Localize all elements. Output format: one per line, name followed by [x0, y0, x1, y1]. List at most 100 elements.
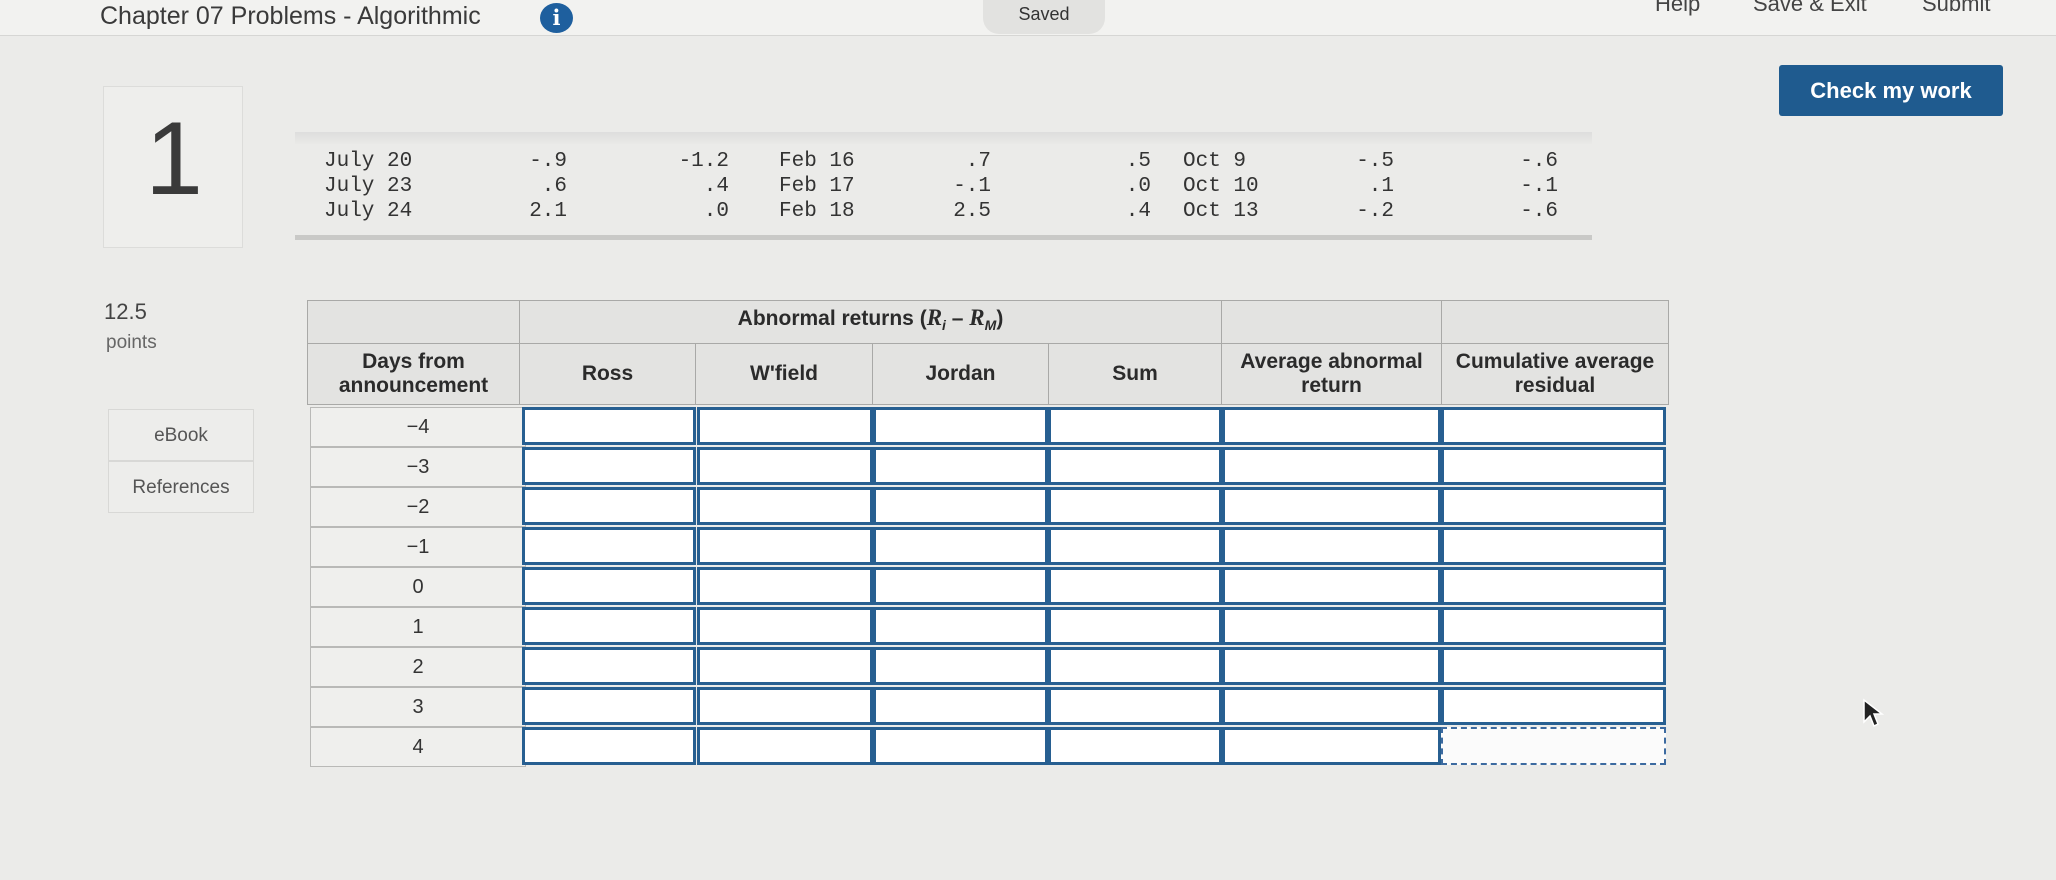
input-sum-row-2[interactable]: [1048, 487, 1222, 525]
input-average-abnormal-return-row-5[interactable]: [1222, 607, 1441, 645]
col-header-cumulative-average-residual: Cumulative average residual: [1441, 343, 1669, 405]
row-label-days: 4: [310, 727, 526, 767]
input-jordan-row-3[interactable]: [873, 527, 1048, 565]
return-cell: 2.1: [529, 200, 567, 223]
return-cell: -.5: [1356, 150, 1394, 173]
input-ross-row-7[interactable]: [522, 687, 696, 725]
help-link[interactable]: Help: [1655, 0, 1700, 17]
return-cell: 2.5: [953, 200, 991, 223]
input-wfield-row-5[interactable]: [697, 607, 873, 645]
return-cell: -.1: [953, 175, 991, 198]
input-ross-row-8[interactable]: [522, 727, 696, 765]
input-wfield-row-6[interactable]: [697, 647, 873, 685]
input-ross-row-2[interactable]: [522, 487, 696, 525]
ebook-button[interactable]: eBook: [108, 409, 254, 461]
save-exit-link[interactable]: Save & Exit: [1753, 0, 1867, 17]
date-cell: July 23: [324, 175, 413, 198]
input-cumulative-average-residual-row-4[interactable]: [1441, 567, 1666, 605]
input-wfield-row-7[interactable]: [697, 687, 873, 725]
input-jordan-row-6[interactable]: [873, 647, 1048, 685]
input-cumulative-average-residual-row-2[interactable]: [1441, 487, 1666, 525]
returns-data-table: July 20 -.9 -1.2 Feb 16 .7 .5 Oct 9 -.5 …: [295, 132, 1592, 244]
row-label-days: 1: [310, 607, 526, 647]
date-cell: Oct 9: [1183, 150, 1247, 173]
top-bar: Chapter 07 Problems - Algorithmic i Save…: [0, 0, 2056, 36]
return-cell: -1.2: [678, 150, 729, 173]
input-jordan-row-4[interactable]: [873, 567, 1048, 605]
input-cumulative-average-residual-row-5[interactable]: [1441, 607, 1666, 645]
date-cell: Feb 18: [779, 200, 855, 223]
return-cell: -.2: [1356, 200, 1394, 223]
avg-group-header: [1221, 300, 1442, 344]
submit-link[interactable]: Submit: [1922, 0, 1990, 17]
input-wfield-row-8[interactable]: [697, 727, 873, 765]
input-cumulative-average-residual-row-3[interactable]: [1441, 527, 1666, 565]
date-cell: Feb 16: [779, 150, 855, 173]
return-cell: .4: [703, 175, 729, 198]
return-cell: .6: [541, 175, 567, 198]
input-ross-row-6[interactable]: [522, 647, 696, 685]
row-label-days: 0: [310, 567, 526, 607]
col-header-ross: Ross: [519, 343, 696, 405]
input-average-abnormal-return-row-7[interactable]: [1222, 687, 1441, 725]
input-cumulative-average-residual-row-1[interactable]: [1441, 447, 1666, 485]
return-cell: .4: [1125, 200, 1151, 223]
input-wfield-row-1[interactable]: [697, 447, 873, 485]
date-cell: Feb 17: [779, 175, 855, 198]
input-jordan-row-2[interactable]: [873, 487, 1048, 525]
date-cell: Oct 13: [1183, 200, 1259, 223]
return-cell: .0: [1125, 175, 1151, 198]
input-sum-row-6[interactable]: [1048, 647, 1222, 685]
return-cell: -.1: [1520, 175, 1558, 198]
clipped-header-row: [295, 132, 1592, 144]
info-icon[interactable]: i: [540, 3, 573, 33]
input-sum-row-1[interactable]: [1048, 447, 1222, 485]
row-label-days: 3: [310, 687, 526, 727]
input-cumulative-average-residual-row-6[interactable]: [1441, 647, 1666, 685]
input-average-abnormal-return-row-8[interactable]: [1222, 727, 1441, 765]
input-wfield-row-4[interactable]: [697, 567, 873, 605]
input-average-abnormal-return-row-2[interactable]: [1222, 487, 1441, 525]
return-cell: .0: [703, 200, 729, 223]
input-wfield-row-0[interactable]: [697, 407, 873, 445]
input-average-abnormal-return-row-3[interactable]: [1222, 527, 1441, 565]
input-jordan-row-7[interactable]: [873, 687, 1048, 725]
data-row: July 24 2.1 .0 Feb 18 2.5 .4 Oct 13 -.2 …: [295, 200, 1592, 226]
input-wfield-row-2[interactable]: [697, 487, 873, 525]
input-cumulative-average-residual-row-8[interactable]: [1441, 727, 1666, 765]
input-jordan-row-5[interactable]: [873, 607, 1048, 645]
input-sum-row-3[interactable]: [1048, 527, 1222, 565]
return-cell: -.6: [1520, 150, 1558, 173]
input-ross-row-3[interactable]: [522, 527, 696, 565]
check-my-work-button[interactable]: Check my work: [1779, 65, 2003, 116]
cum-group-header: [1441, 300, 1669, 344]
return-cell: .7: [965, 150, 991, 173]
input-average-abnormal-return-row-6[interactable]: [1222, 647, 1441, 685]
input-sum-row-5[interactable]: [1048, 607, 1222, 645]
assignment-screen: Chapter 07 Problems - Algorithmic i Save…: [0, 0, 2056, 880]
input-jordan-row-0[interactable]: [873, 407, 1048, 445]
question-number-card[interactable]: 1: [103, 86, 243, 248]
col-header-jordan: Jordan: [872, 343, 1049, 405]
input-average-abnormal-return-row-0[interactable]: [1222, 407, 1441, 445]
row-label-days: −1: [310, 527, 526, 567]
input-sum-row-0[interactable]: [1048, 407, 1222, 445]
input-jordan-row-1[interactable]: [873, 447, 1048, 485]
input-sum-row-8[interactable]: [1048, 727, 1222, 765]
input-jordan-row-8[interactable]: [873, 727, 1048, 765]
input-ross-row-1[interactable]: [522, 447, 696, 485]
input-sum-row-4[interactable]: [1048, 567, 1222, 605]
input-ross-row-0[interactable]: [522, 407, 696, 445]
input-ross-row-5[interactable]: [522, 607, 696, 645]
input-ross-row-4[interactable]: [522, 567, 696, 605]
input-average-abnormal-return-row-4[interactable]: [1222, 567, 1441, 605]
group-header-label: Abnormal returns (Ri – RM): [737, 305, 1004, 334]
input-average-abnormal-return-row-1[interactable]: [1222, 447, 1441, 485]
input-wfield-row-3[interactable]: [697, 527, 873, 565]
return-cell: -.6: [1520, 200, 1558, 223]
references-button[interactable]: References: [108, 461, 254, 513]
saved-status: Saved: [983, 0, 1105, 34]
input-cumulative-average-residual-row-7[interactable]: [1441, 687, 1666, 725]
input-sum-row-7[interactable]: [1048, 687, 1222, 725]
input-cumulative-average-residual-row-0[interactable]: [1441, 407, 1666, 445]
